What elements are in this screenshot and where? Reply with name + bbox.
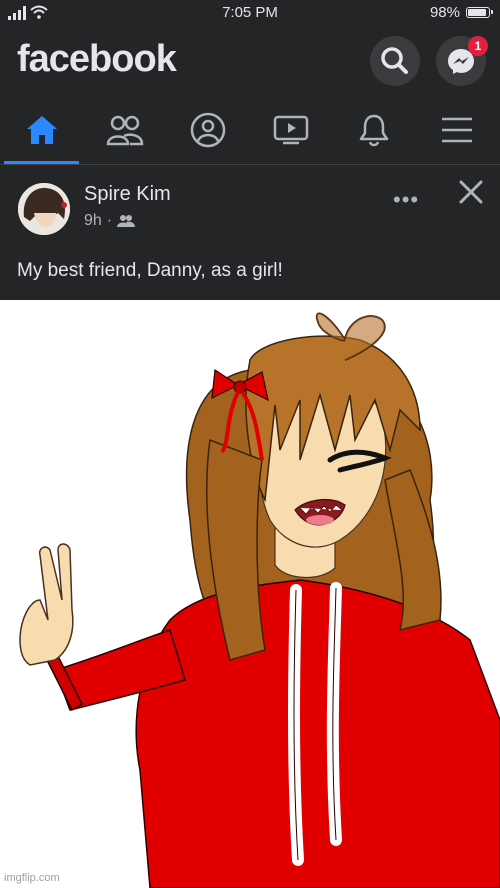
menu-icon	[441, 117, 472, 143]
status-bar: 7:05 PM 98%	[0, 0, 500, 26]
bell-icon	[359, 114, 388, 147]
profile-icon	[190, 112, 225, 148]
post-header: Spire Kim 9h · ••• My best friend, Danny…	[0, 165, 500, 300]
post-time[interactable]: 9h	[84, 212, 102, 230]
post-text: My best friend, Danny, as a girl!	[17, 260, 283, 281]
close-icon	[459, 180, 483, 204]
watermark: imgflip.com	[4, 872, 60, 884]
search-icon	[381, 47, 408, 74]
battery-icon	[466, 7, 493, 18]
tab-watch[interactable]	[249, 96, 332, 164]
tab-profile[interactable]	[166, 96, 249, 164]
post-meta: 9h ·	[84, 212, 136, 230]
home-icon	[26, 116, 57, 144]
status-time: 7:05 PM	[222, 4, 278, 21]
battery-percent: 98%	[429, 4, 460, 21]
tab-home[interactable]	[0, 96, 83, 164]
search-button[interactable]	[370, 36, 420, 86]
close-button[interactable]	[456, 177, 486, 207]
notification-badge: 1	[468, 36, 488, 56]
avatar-image	[18, 183, 70, 235]
friends-audience-icon	[117, 215, 136, 227]
friends-icon	[106, 115, 143, 146]
more-options-button[interactable]: •••	[393, 187, 419, 213]
post-author[interactable]: Spire Kim	[84, 183, 171, 206]
nav-bar	[0, 96, 500, 165]
watch-icon	[273, 115, 308, 145]
post-image[interactable]: imgflip.com	[0, 300, 500, 888]
tab-friends[interactable]	[83, 96, 166, 164]
meta-separator: ·	[106, 212, 113, 229]
messenger-button[interactable]: 1	[436, 36, 488, 86]
tab-notifications[interactable]	[332, 96, 415, 164]
app-header: facebook 1	[0, 26, 500, 96]
drawing-illustration	[19, 312, 500, 888]
tab-menu[interactable]	[415, 96, 498, 164]
facebook-logo[interactable]: facebook	[17, 38, 177, 81]
avatar[interactable]	[18, 183, 70, 235]
